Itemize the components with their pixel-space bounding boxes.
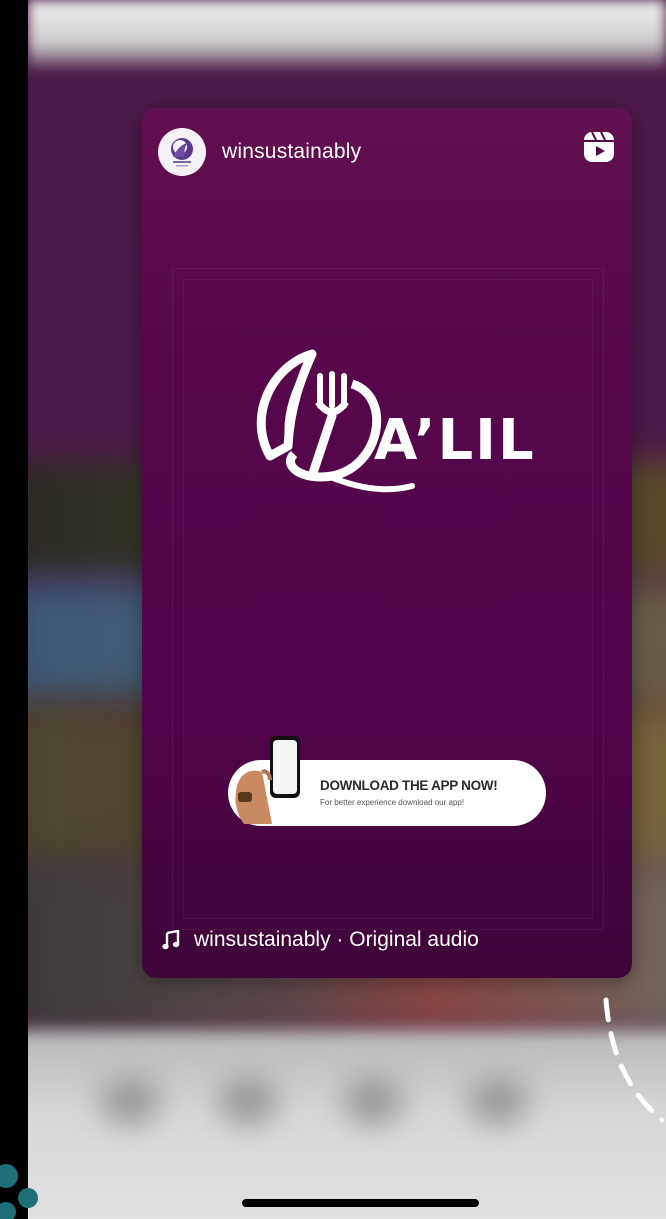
bg-tab-blur [100,1075,160,1125]
brand-avatar-icon [171,138,193,167]
home-indicator[interactable] [242,1199,479,1207]
reel-header: winsustainably [158,128,616,176]
music-note-icon [162,930,180,950]
download-app-button[interactable]: DOWNLOAD THE APP NOW! For better experie… [228,736,546,826]
bg-tab-blur [343,1075,403,1125]
cta-title: DOWNLOAD THE APP NOW! [320,778,498,793]
cta-subtitle: For better experience download our app! [320,798,465,807]
phone-in-hand-icon [235,736,300,824]
username[interactable]: winsustainably [222,140,361,164]
avatar[interactable] [158,128,206,176]
brand-corner-dots [0,1164,38,1219]
bg-top [28,0,666,75]
audio-attribution[interactable]: winsustainably · Original audio [162,928,479,952]
reels-icon[interactable] [582,130,616,164]
bg-tab-blur [218,1075,278,1125]
audio-label: winsustainably · Original audio [194,928,479,951]
dashed-swipe-guide [603,997,665,1123]
brand-name: A’LIL [374,408,536,473]
bg-tab-blur [468,1075,528,1125]
reel-card[interactable]: winsustainably A’LIL DOWNLOAD THE APP NO… [142,108,632,978]
